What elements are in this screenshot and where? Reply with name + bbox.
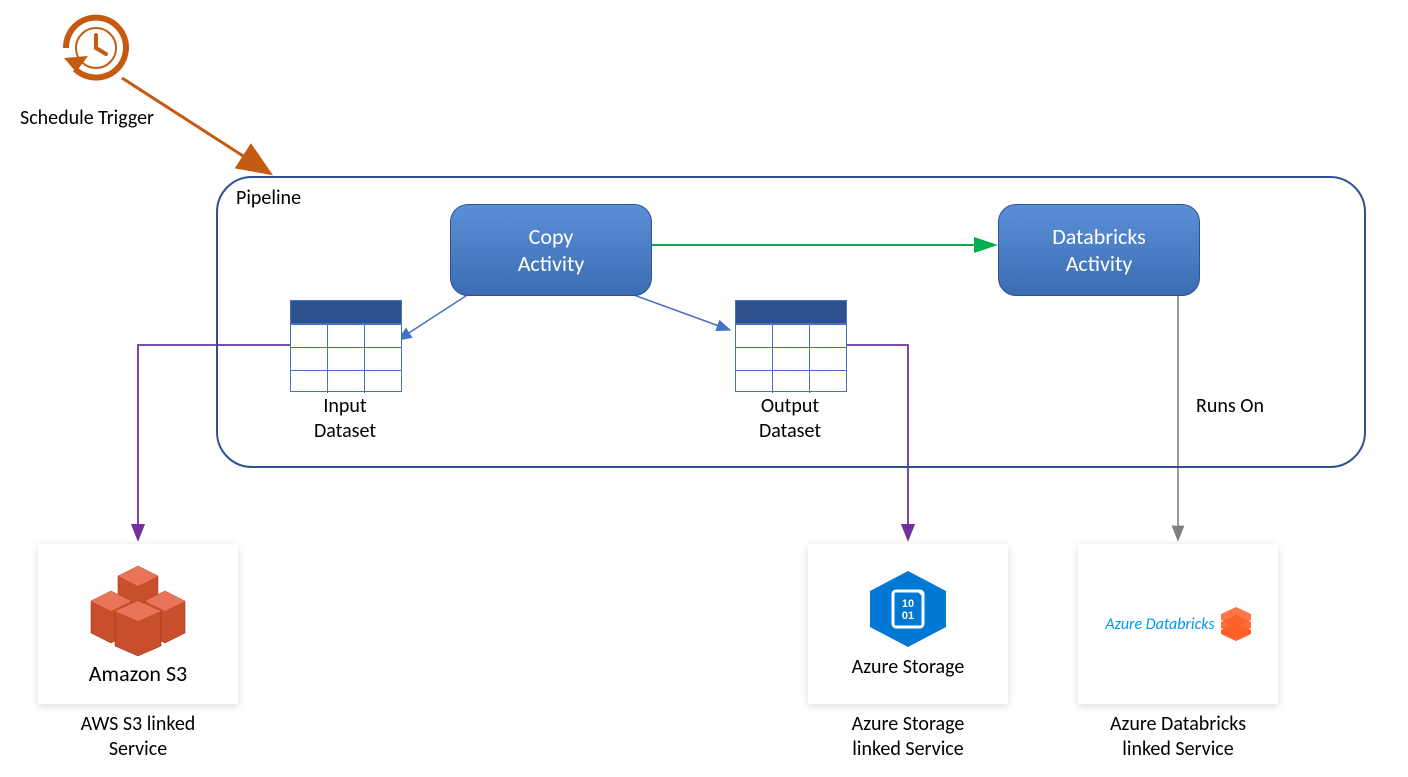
svg-text:01: 01: [902, 610, 914, 622]
input-dataset-label: Input Dataset: [300, 394, 390, 444]
pipeline-title: Pipeline: [236, 186, 301, 211]
databricks-activity-line2: Activity: [1066, 250, 1133, 277]
azure-storage-icon: 10 01: [863, 569, 953, 649]
s3-service-label: AWS S3 linked Service: [48, 712, 228, 762]
output-dataset-icon: [735, 300, 847, 392]
azure-storage-service-label: Azure Storage linked Service: [828, 712, 988, 762]
azure-storage-logo-text: Azure Storage: [852, 655, 965, 679]
schedule-trigger-icon: [64, 18, 126, 78]
amazon-s3-icon: [83, 561, 193, 656]
input-dataset-icon: [290, 300, 402, 392]
databricks-activity-line1: Databricks: [1052, 223, 1146, 250]
copy-activity-line2: Activity: [518, 250, 585, 277]
azure-databricks-logo-text: Azure Databricks: [1105, 615, 1214, 634]
runs-on-label: Runs On: [1196, 394, 1264, 419]
azure-databricks-service-card: Azure Databricks: [1078, 544, 1278, 704]
s3-service-card: Amazon S3: [38, 544, 238, 704]
azure-databricks-service-label: Azure Databricks linked Service: [1098, 712, 1258, 762]
output-dataset-label: Output Dataset: [745, 394, 835, 444]
diagram-stage: Schedule Trigger Pipeline Copy Activity …: [0, 0, 1408, 777]
databricks-icon: [1221, 607, 1251, 641]
copy-activity-line1: Copy: [529, 223, 574, 250]
s3-logo-text: Amazon S3: [89, 660, 187, 687]
schedule-trigger-label: Schedule Trigger: [20, 106, 154, 131]
azure-storage-service-card: 10 01 Azure Storage: [808, 544, 1008, 704]
svg-text:10: 10: [902, 598, 914, 610]
databricks-activity-node: Databricks Activity: [998, 204, 1200, 296]
copy-activity-node: Copy Activity: [450, 204, 652, 296]
